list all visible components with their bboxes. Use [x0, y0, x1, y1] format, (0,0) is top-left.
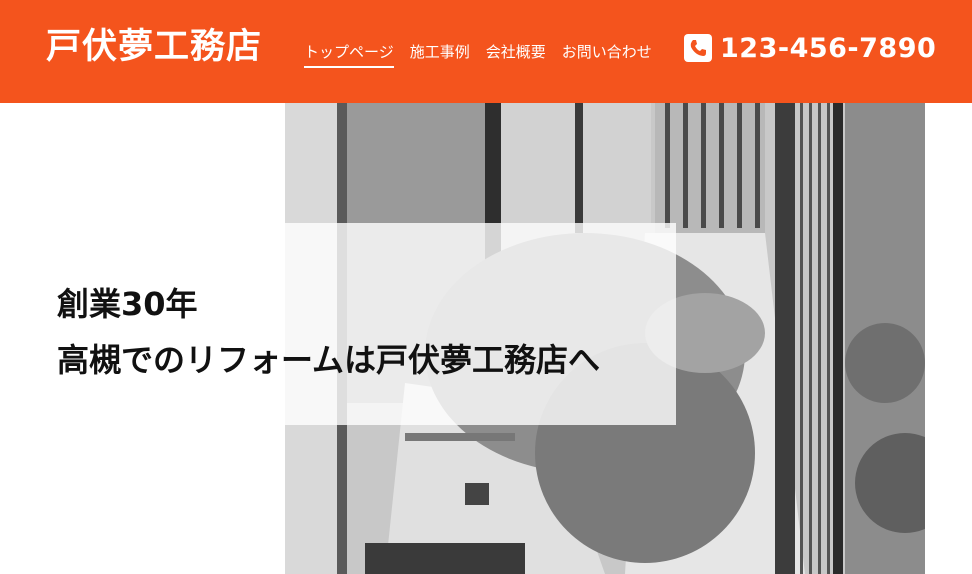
- nav-item-contact[interactable]: お問い合わせ: [562, 42, 652, 68]
- site-logo[interactable]: 戸伏夢工務店: [46, 30, 262, 65]
- hero-line-2: 高槻でのリフォームは戸伏夢工務店へ: [57, 341, 601, 379]
- phone-number[interactable]: 123-456-7890: [720, 35, 936, 62]
- phone-icon: [684, 34, 712, 62]
- nav-item-company[interactable]: 会社概要: [486, 42, 546, 68]
- nav-item-works[interactable]: 施工事例: [410, 42, 470, 68]
- nav-item-top[interactable]: トップページ: [304, 42, 394, 68]
- hero-line-1: 創業30年: [57, 285, 198, 323]
- phone-contact[interactable]: 123-456-7890: [684, 34, 936, 62]
- hero-headline: 創業30年 高槻でのリフォームは戸伏夢工務店へ: [57, 276, 600, 388]
- main-nav: トップページ 施工事例 会社概要 お問い合わせ: [304, 42, 652, 68]
- site-header: 戸伏夢工務店 トップページ 施工事例 会社概要 お問い合わせ 123-456-7…: [0, 0, 972, 103]
